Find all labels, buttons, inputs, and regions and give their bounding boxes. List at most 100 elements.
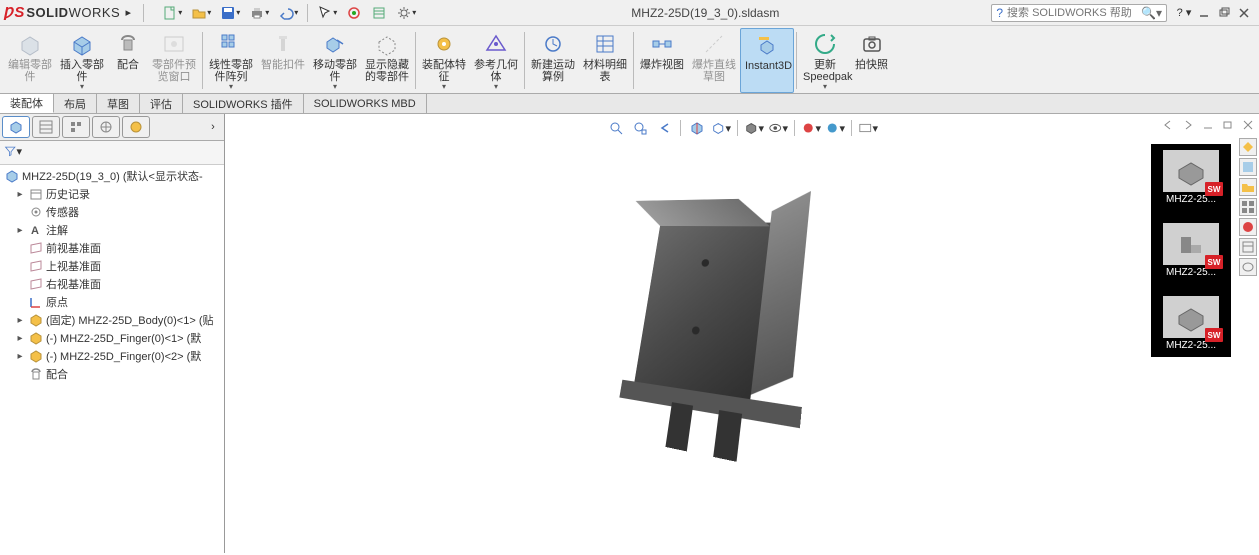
ribbon-toolbar: 编辑零部件 插入零部件▾ 配合 零部件预览窗口 线性零部件阵列▾ 智能扣件 移动… <box>0 26 1259 94</box>
view-orientation-icon[interactable]: ▾ <box>711 118 731 138</box>
app-logo: ǷS SOLID WORKS ▸ <box>0 4 140 21</box>
tree-top-plane[interactable]: 上视基准面 <box>0 257 224 275</box>
thumbnail-item[interactable]: SW MHZ2-25... <box>1155 150 1227 205</box>
tab-layout[interactable]: 布局 <box>54 94 97 113</box>
vp-next-button[interactable] <box>1179 116 1197 134</box>
thumbnail-item[interactable]: SW MHZ2-25... <box>1155 223 1227 278</box>
tree-mates[interactable]: 配合 <box>0 365 224 383</box>
tp-file-explorer-icon[interactable] <box>1239 178 1257 196</box>
tab-sw-mbd[interactable]: SOLIDWORKS MBD <box>304 94 427 113</box>
ribbon-assembly-features[interactable]: 装配体特征▾ <box>418 28 470 93</box>
open-file-button[interactable]: ▾ <box>188 3 214 23</box>
settings-button[interactable]: ▾ <box>393 3 419 23</box>
fm-tab-dimxpert[interactable] <box>92 116 120 138</box>
section-view-icon[interactable] <box>687 118 707 138</box>
vp-close-button[interactable] <box>1239 116 1257 134</box>
tree-root[interactable]: MHZ2-25D(19_3_0) (默认<显示状态- <box>0 167 224 185</box>
quick-access-toolbar: ▾ ▾ ▾ ▾ ▾ ▾ ▾ <box>147 3 419 23</box>
app-menu-dropdown[interactable]: ▸ <box>122 7 134 19</box>
options-button[interactable] <box>368 3 390 23</box>
ribbon-exploded-view[interactable]: 爆炸视图 <box>636 28 688 93</box>
fm-tab-tree[interactable] <box>2 116 30 138</box>
restore-window-button[interactable] <box>1215 4 1233 22</box>
tp-forum-icon[interactable] <box>1239 258 1257 276</box>
ribbon-edit-part: 编辑零部件 <box>4 28 56 93</box>
ribbon-reference-geom[interactable]: 参考几何体▾ <box>470 28 522 93</box>
ribbon-show-hidden[interactable]: 显示隐藏的零部件 <box>361 28 413 93</box>
edit-appearance-icon[interactable]: ▾ <box>801 118 821 138</box>
print-button[interactable]: ▾ <box>246 3 272 23</box>
ribbon-new-motion[interactable]: 新建运动算例 <box>527 28 579 93</box>
tree-sensors[interactable]: 传感器 <box>0 203 224 221</box>
tp-design-library-icon[interactable] <box>1239 158 1257 176</box>
brand-works: WORKS <box>69 5 121 20</box>
tab-assembly[interactable]: 装配体 <box>0 94 54 113</box>
tree-front-plane[interactable]: 前视基准面 <box>0 239 224 257</box>
rebuild-button[interactable] <box>343 3 365 23</box>
select-button[interactable]: ▾ <box>314 3 340 23</box>
tab-sw-addins[interactable]: SOLIDWORKS 插件 <box>183 94 304 113</box>
tree-annotations[interactable]: ▸A注解 <box>0 221 224 239</box>
thumbnail-panel: SW MHZ2-25... SW MHZ2-25... SW MHZ2-25..… <box>1151 144 1231 357</box>
main-area: › ▾ MHZ2-25D(19_3_0) (默认<显示状态- ▸历史记录 传感器… <box>0 114 1259 553</box>
help-search-box[interactable]: ? 🔍▾ <box>991 4 1167 22</box>
help-search-input[interactable] <box>1007 7 1137 19</box>
ribbon-update-speedpak[interactable]: 更新Speedpak▾ <box>799 28 851 93</box>
view-settings-icon[interactable]: ▾ <box>858 118 878 138</box>
thumbnail-preview-icon: SW <box>1163 223 1219 265</box>
ribbon-insert-part[interactable]: 插入零部件▾ <box>56 28 108 93</box>
ribbon-move-part[interactable]: 移动零部件▾ <box>309 28 361 93</box>
svg-text:A: A <box>31 225 39 237</box>
fm-expand-button[interactable]: › <box>204 116 222 138</box>
vp-restore-button[interactable] <box>1219 116 1237 134</box>
tab-sketch[interactable]: 草图 <box>97 94 140 113</box>
ribbon-mate[interactable]: 配合 <box>108 28 148 93</box>
thumbnail-preview-icon: SW <box>1163 150 1219 192</box>
help-icon: ? <box>996 6 1003 20</box>
search-icon[interactable]: 🔍▾ <box>1141 6 1162 20</box>
minimize-window-button[interactable] <box>1195 4 1213 22</box>
graphics-viewport[interactable]: ▾ ▾ ▾ ▾ ▾ ▾ <box>225 114 1259 553</box>
vp-prev-button[interactable] <box>1159 116 1177 134</box>
tp-appearances-icon[interactable] <box>1239 218 1257 236</box>
3d-model-render <box>629 210 773 405</box>
apply-scene-icon[interactable]: ▾ <box>825 118 845 138</box>
ribbon-bom[interactable]: 材料明细表 <box>579 28 631 93</box>
tree-body-part[interactable]: ▸(固定) MHZ2-25D_Body(0)<1> (贴 <box>0 311 224 329</box>
previous-view-icon[interactable] <box>654 118 674 138</box>
new-file-button[interactable]: ▾ <box>159 3 185 23</box>
tp-resources-icon[interactable] <box>1239 138 1257 156</box>
help-menu-button[interactable]: ? ▾ <box>1175 4 1193 22</box>
fm-tab-property[interactable] <box>32 116 60 138</box>
zoom-fit-icon[interactable] <box>606 118 626 138</box>
filter-icon[interactable]: ▾ <box>4 143 22 159</box>
ribbon-explode-line: 爆炸直线草图 <box>688 28 740 93</box>
vp-minimize-button[interactable] <box>1199 116 1217 134</box>
fm-tab-config[interactable] <box>62 116 90 138</box>
undo-button[interactable]: ▾ <box>275 3 301 23</box>
display-style-icon[interactable]: ▾ <box>744 118 764 138</box>
tree-finger2-part[interactable]: ▸(-) MHZ2-25D_Finger(0)<2> (默 <box>0 347 224 365</box>
tp-view-palette-icon[interactable] <box>1239 198 1257 216</box>
task-pane-tabs <box>1239 138 1257 276</box>
ribbon-linear-pattern[interactable]: 线性零部件阵列▾ <box>205 28 257 93</box>
ribbon-snapshot[interactable]: 拍快照 <box>851 28 892 93</box>
feature-tree: MHZ2-25D(19_3_0) (默认<显示状态- ▸历史记录 传感器 ▸A注… <box>0 165 224 553</box>
save-button[interactable]: ▾ <box>217 3 243 23</box>
hide-show-icon[interactable]: ▾ <box>768 118 788 138</box>
heads-up-view-toolbar: ▾ ▾ ▾ ▾ ▾ ▾ <box>604 116 880 140</box>
document-title: MHZ2-25D(19_3_0).sldasm <box>419 6 991 20</box>
zoom-area-icon[interactable] <box>630 118 650 138</box>
ribbon-instant3d[interactable]: Instant3D <box>740 28 794 93</box>
tree-finger1-part[interactable]: ▸(-) MHZ2-25D_Finger(0)<1> (默 <box>0 329 224 347</box>
thumbnail-item[interactable]: SW MHZ2-25... <box>1155 296 1227 351</box>
tab-evaluate[interactable]: 评估 <box>140 94 183 113</box>
ds-icon: ǷS <box>4 4 26 21</box>
tp-custom-props-icon[interactable] <box>1239 238 1257 256</box>
fm-tab-display[interactable] <box>122 116 150 138</box>
viewport-window-controls <box>1159 116 1257 134</box>
tree-history[interactable]: ▸历史记录 <box>0 185 224 203</box>
tree-origin[interactable]: 原点 <box>0 293 224 311</box>
tree-right-plane[interactable]: 右视基准面 <box>0 275 224 293</box>
close-window-button[interactable] <box>1235 4 1253 22</box>
